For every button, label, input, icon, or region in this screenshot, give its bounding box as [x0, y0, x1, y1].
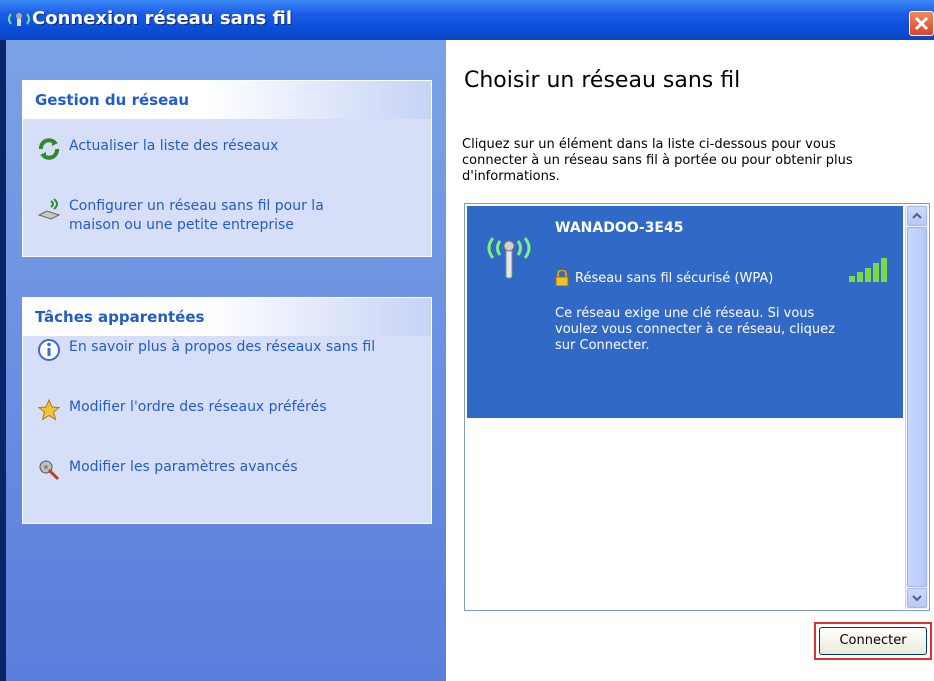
wireless-connection-window: Connexion réseau sans fil Gestion du rés…	[0, 0, 934, 681]
network-security-label: Réseau sans fil sécurisé (WPA)	[575, 270, 774, 286]
chevron-up-icon	[912, 212, 922, 219]
wireless-antenna-icon	[487, 237, 531, 279]
refresh-networks-link[interactable]: Actualiser la liste des réseaux	[37, 137, 278, 161]
network-tasks-header: Gestion du réseau	[23, 81, 431, 119]
wireless-network-icon	[8, 13, 30, 26]
learn-wireless-label: En savoir plus à propos des réseaux sans…	[69, 339, 376, 355]
network-tasks-panel: Gestion du réseau Actualiser la liste de…	[22, 80, 432, 257]
title-bar[interactable]: Connexion réseau sans fil	[0, 0, 934, 40]
task-pane: Gestion du réseau Actualiser la liste de…	[6, 40, 446, 681]
main-pane: Choisir un réseau sans fil Cliquez sur u…	[446, 40, 934, 681]
advanced-settings-label: Modifier les paramètres avancés	[69, 459, 298, 475]
close-button[interactable]	[909, 11, 934, 36]
star-icon	[37, 398, 61, 421]
connect-button-highlight: Connecter	[814, 622, 932, 660]
window-title: Connexion réseau sans fil	[32, 8, 293, 29]
scrollbar-thumb[interactable]	[907, 227, 927, 587]
lock-icon	[555, 270, 569, 286]
settings-icon	[39, 460, 60, 481]
refresh-networks-label: Actualiser la liste des réseaux	[69, 138, 279, 154]
page-title: Choisir un réseau sans fil	[464, 68, 741, 93]
learn-wireless-link[interactable]: En savoir plus à propos des réseaux sans…	[37, 338, 375, 362]
wireless-setup-icon	[37, 198, 61, 220]
network-list[interactable]: WANADOO-3E45 Réseau sans fil sécurisé (W…	[464, 203, 930, 611]
connect-button[interactable]: Connecter	[819, 627, 927, 655]
close-icon	[914, 16, 929, 31]
advanced-settings-link[interactable]: Modifier les paramètres avancés	[37, 458, 298, 482]
preferred-order-link[interactable]: Modifier l'ordre des réseaux préférés	[37, 398, 327, 422]
network-security-status: Réseau sans fil sécurisé (WPA)	[555, 270, 773, 286]
network-name: WANADOO-3E45	[555, 220, 684, 236]
related-tasks-panel: Tâches apparentées En savoir plus à prop…	[22, 297, 432, 524]
instructions-text: Cliquez sur un élément dans la liste ci-…	[462, 137, 853, 184]
signal-strength-icon	[849, 258, 887, 282]
related-tasks-header: Tâches apparentées	[23, 298, 431, 336]
scroll-down-button[interactable]	[907, 588, 927, 608]
refresh-icon	[39, 138, 59, 160]
setup-wireless-link[interactable]: Configurer un réseau sans fil pour la ma…	[37, 197, 337, 235]
window-client-area: Gestion du réseau Actualiser la liste de…	[6, 40, 934, 681]
chevron-down-icon	[912, 595, 922, 602]
scroll-up-button[interactable]	[907, 206, 927, 226]
info-icon	[38, 339, 60, 361]
network-list-scrollbar[interactable]	[905, 205, 928, 609]
preferred-order-label: Modifier l'ordre des réseaux préférés	[69, 399, 327, 415]
network-list-item[interactable]: WANADOO-3E45 Réseau sans fil sécurisé (W…	[467, 206, 903, 418]
network-description: Ce réseau exige une clé réseau. Si vous …	[555, 306, 835, 353]
setup-wireless-label: Configurer un réseau sans fil pour la ma…	[69, 198, 324, 233]
